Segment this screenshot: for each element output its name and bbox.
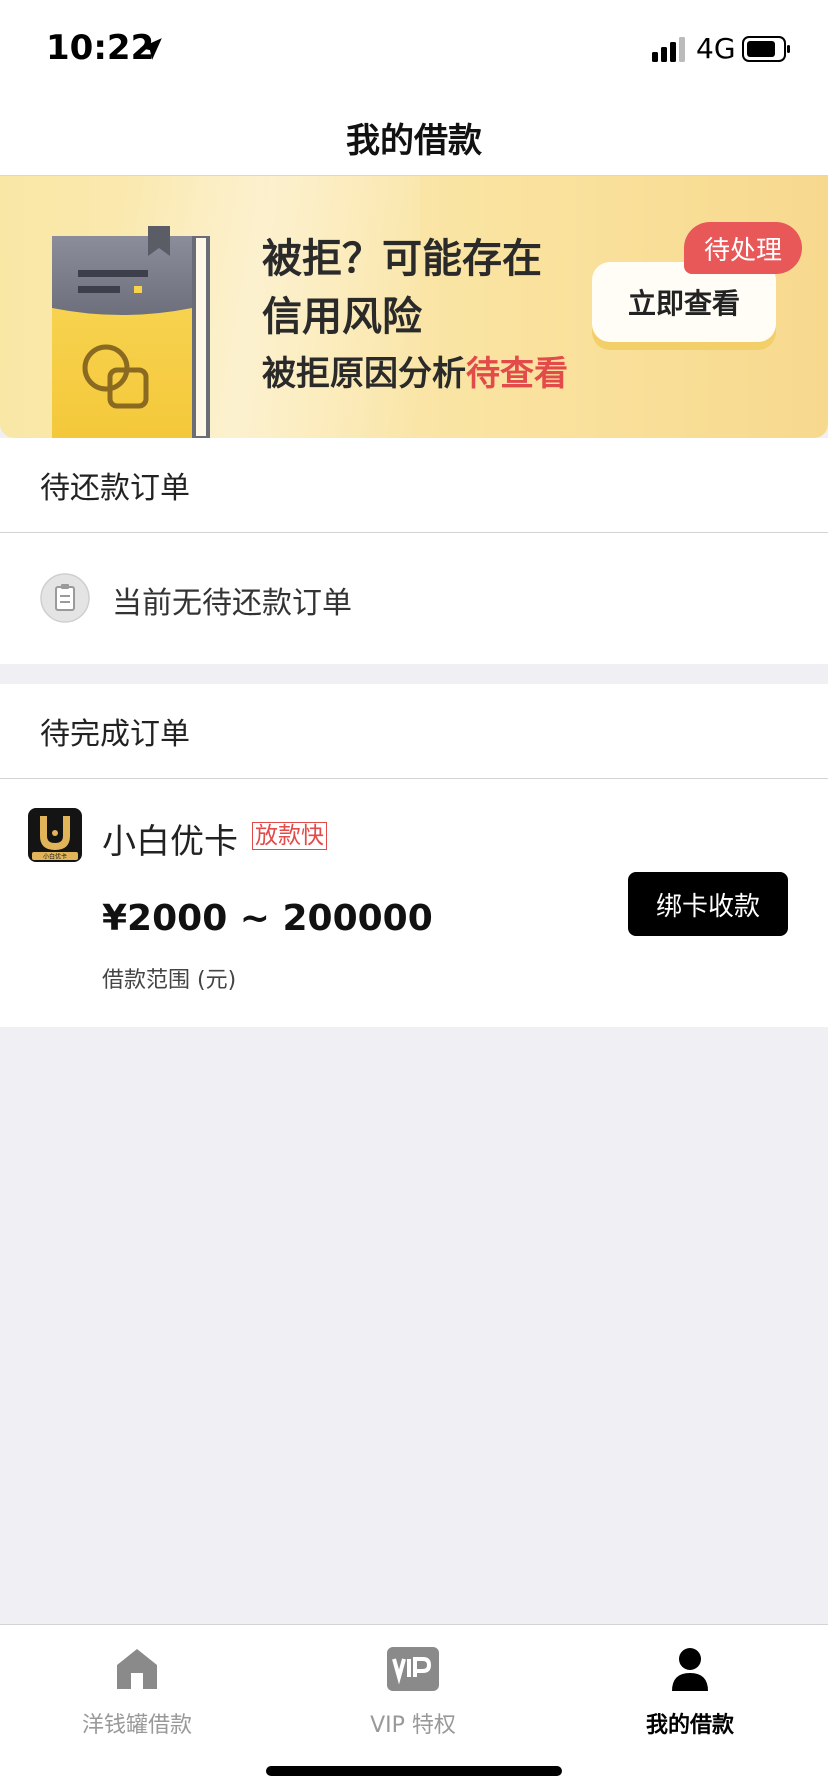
pending-badge: 待处理 <box>684 222 802 274</box>
nav-bar: 我的借款 <box>0 100 828 176</box>
tab-loan-home[interactable]: 洋钱罐借款 <box>37 1643 237 1743</box>
banner-subline-highlight: 待查看 <box>466 354 568 394</box>
battery-icon <box>742 36 790 62</box>
empty-state-text: 当前无待还款订单 <box>112 586 352 621</box>
bind-card-button[interactable]: 绑卡收款 <box>628 872 788 936</box>
page-title: 我的借款 <box>346 121 482 161</box>
banner-subline-prefix: 被拒原因分析 <box>262 354 466 394</box>
loan-amount-label: 借款范围 (元) <box>102 968 237 993</box>
banner-headline-2: 信用风险 <box>262 294 422 340</box>
rejection-banner[interactable]: 被拒？可能存在 信用风险 被拒原因分析待查看 立即查看 待处理 <box>0 176 828 438</box>
banner-subline: 被拒原因分析待查看 <box>262 346 568 395</box>
pending-repayment-title: 待还款订单 <box>0 438 828 533</box>
home-indicator <box>266 1766 562 1776</box>
tab-label: 我的借款 <box>645 1713 734 1738</box>
cellular-signal-icon <box>652 37 685 62</box>
location-arrow-icon <box>140 38 162 60</box>
home-icon <box>117 1649 157 1689</box>
banner-headline-1: 被拒？可能存在 <box>262 236 542 282</box>
network-type: 4G <box>696 32 736 65</box>
empty-state: 当前无待还款订单 <box>0 533 828 663</box>
order-card[interactable]: 小白优卡 小白优卡 放款快 ¥2000 ~ 200000 借款范围 (元) 绑卡… <box>0 684 828 1027</box>
app-name: 小白优卡 <box>102 822 238 862</box>
screen: 10:22 4G 我的借款 被拒？可能存在 信用风险 被拒原因分析待查看 立即查… <box>0 0 828 1792</box>
app-logo-text: 小白优卡 <box>43 853 67 861</box>
notebook-illustration-icon <box>52 226 210 438</box>
pending-repayment-section: 待还款订单 当前无待还款订单 <box>0 438 828 664</box>
tab-vip[interactable]: VIP 特权 <box>313 1643 513 1743</box>
user-icon <box>672 1648 708 1691</box>
status-bar: 10:22 4G <box>0 0 828 100</box>
tab-my-loans[interactable]: 我的借款 <box>590 1643 790 1743</box>
fast-loan-tag: 放款快 <box>252 822 327 850</box>
tab-label: VIP 特权 <box>370 1713 456 1738</box>
loan-amount-range: ¥2000 ~ 200000 <box>102 898 433 939</box>
tab-label: 洋钱罐借款 <box>81 1713 192 1738</box>
clipboard-icon <box>40 573 90 623</box>
vip-icon <box>387 1647 439 1691</box>
app-logo-icon: 小白优卡 <box>28 808 82 862</box>
view-now-button[interactable]: 立即查看 <box>592 262 776 342</box>
